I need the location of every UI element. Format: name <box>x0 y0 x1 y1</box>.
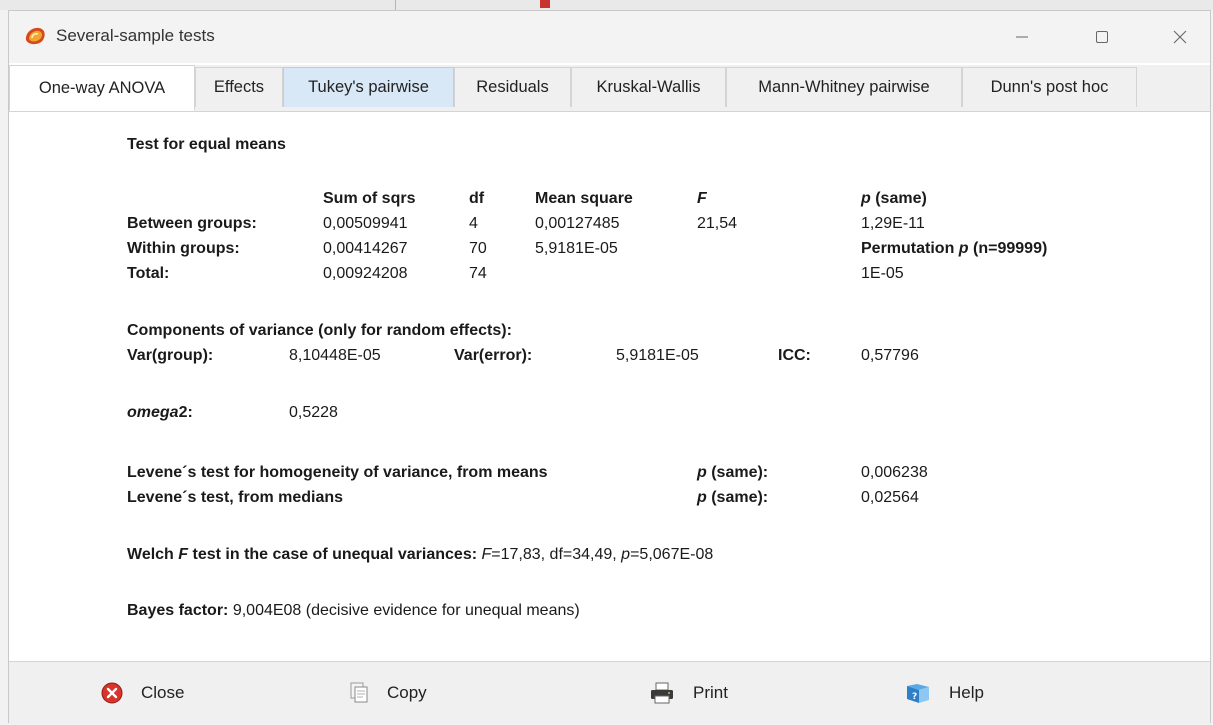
welch-p-value: =5,067E-08 <box>630 546 714 563</box>
window-title: Several-sample tests <box>56 26 215 45</box>
svg-text:?: ? <box>912 692 917 702</box>
welch-f-stats: =17,83, df=34,49, <box>491 546 622 563</box>
header-f: F <box>697 190 707 207</box>
tab-mann-whitney-pairwise[interactable]: Mann-Whitney pairwise <box>726 67 962 107</box>
omega-squared-value: 0,5228 <box>289 404 338 421</box>
minimize-button[interactable] <box>999 21 1045 53</box>
var-error-label: Var(error): <box>454 347 533 364</box>
total-df: 74 <box>469 265 487 282</box>
between-p: 1,29E-11 <box>861 215 925 232</box>
permutation-suffix: (n=99999) <box>968 240 1048 257</box>
between-df: 4 <box>469 215 478 232</box>
welch-p-symbol: p <box>621 546 631 563</box>
tab-effects[interactable]: Effects <box>195 67 283 107</box>
background-window-strip <box>0 0 1213 10</box>
levene-medians-p-suffix: (same): <box>706 489 769 506</box>
levene-means-label: Levene´s test for homogeneity of varianc… <box>127 464 548 481</box>
row-label-total: Total: <box>127 265 170 282</box>
maximize-icon <box>1096 31 1108 43</box>
close-circle-icon <box>101 682 123 704</box>
between-ms: 0,00127485 <box>535 215 620 232</box>
section-heading-equal-means: Test for equal means <box>127 136 286 153</box>
printer-icon <box>651 682 673 704</box>
several-sample-tests-window: Several-sample tests One-way ANOVA Effec… <box>8 10 1211 724</box>
tab-dunns-post-hoc[interactable]: Dunn's post hoc <box>962 67 1137 107</box>
tab-residuals[interactable]: Residuals <box>454 67 571 107</box>
close-button[interactable]: Close <box>101 676 184 710</box>
copy-button-label: Copy <box>387 683 427 702</box>
print-button-label: Print <box>693 683 728 702</box>
header-sum-of-squares: Sum of sqrs <box>323 190 416 207</box>
levene-means-p-label: p (same): <box>697 464 768 482</box>
help-button-label: Help <box>949 683 984 702</box>
within-ss: 0,00414267 <box>323 240 408 257</box>
levene-means-p-suffix: (same): <box>706 464 769 481</box>
total-ss: 0,00924208 <box>323 265 408 282</box>
within-ms: 5,9181E-05 <box>535 240 618 257</box>
icc-label: ICC: <box>778 347 811 364</box>
welch-label-post: test in the case of unequal variances: <box>188 546 478 563</box>
omega-squared-label: omega2: <box>127 404 193 422</box>
background-app-icon <box>540 0 550 8</box>
footer-button-bar: Close Copy Print ? Help <box>9 661 1210 724</box>
background-divider <box>395 0 396 10</box>
tab-kruskal-wallis[interactable]: Kruskal-Wallis <box>571 67 726 107</box>
anova-results-panel: Test for equal means Sum of sqrs df Mean… <box>9 112 1210 660</box>
copy-button[interactable]: Copy <box>349 676 427 710</box>
header-p-symbol: p <box>861 190 871 207</box>
welch-f-symbol: F <box>481 546 492 563</box>
welch-label: Welch F test in the case of unequal vari… <box>127 546 477 563</box>
tab-strip: One-way ANOVA Effects Tukey's pairwise R… <box>9 65 1210 112</box>
levene-means-value: 0,006238 <box>861 464 928 481</box>
row-label-between-groups: Between groups: <box>127 215 257 232</box>
tab-one-way-anova[interactable]: One-way ANOVA <box>9 65 195 111</box>
maximize-button[interactable] <box>1079 21 1125 53</box>
bayes-factor-line: Bayes factor: 9,004E08 (decisive evidenc… <box>127 602 580 620</box>
omega-symbol: omega <box>127 404 179 421</box>
help-button[interactable]: ? Help <box>905 676 984 710</box>
omega-colon: : <box>187 404 193 421</box>
copy-icon <box>350 682 368 703</box>
close-icon <box>1173 30 1187 44</box>
var-group-value: 8,10448E-05 <box>289 347 381 364</box>
levene-means-p-symbol: p <box>697 464 707 481</box>
permutation-p-symbol: p <box>958 240 969 257</box>
row-label-within-groups: Within groups: <box>127 240 240 257</box>
levene-medians-value: 0,02564 <box>861 489 919 506</box>
section-heading-components-of-variance: Components of variance (only for random … <box>127 322 512 339</box>
levene-medians-p-symbol: p <box>697 489 707 506</box>
header-df: df <box>469 190 485 207</box>
icc-value: 0,57796 <box>861 347 919 364</box>
var-error-value: 5,9181E-05 <box>616 347 699 364</box>
header-mean-square: Mean square <box>535 190 633 207</box>
levene-medians-p-label: p (same): <box>697 489 768 507</box>
between-ss: 0,00509941 <box>323 215 408 232</box>
var-group-label: Var(group): <box>127 347 214 364</box>
bayes-factor-value: 9,004E08 (decisive evidence for unequal … <box>228 602 580 619</box>
minimize-icon <box>1016 36 1028 38</box>
permutation-p-value: 1E-05 <box>861 265 904 282</box>
between-f: 21,54 <box>697 215 738 232</box>
close-button-label: Close <box>141 683 185 702</box>
close-window-button[interactable] <box>1157 21 1203 53</box>
permutation-prefix: Permutation <box>861 240 959 257</box>
help-book-icon: ? <box>907 684 929 703</box>
tab-tukeys-pairwise[interactable]: Tukey's pairwise <box>283 67 454 107</box>
header-p-suffix: (same) <box>870 190 927 207</box>
bayes-factor-label: Bayes factor: <box>127 602 229 619</box>
permutation-p-label: Permutation p (n=99999) <box>861 240 1047 258</box>
header-p-same: p (same) <box>861 190 927 208</box>
welch-label-pre: Welch <box>127 546 179 563</box>
within-df: 70 <box>469 240 487 257</box>
title-bar[interactable]: Several-sample tests <box>9 11 1210 63</box>
welch-label-f: F <box>178 546 189 563</box>
print-button[interactable]: Print <box>649 676 728 710</box>
app-logo-icon <box>25 27 45 45</box>
levene-medians-label: Levene´s test, from medians <box>127 489 344 506</box>
welch-test-line: Welch F test in the case of unequal vari… <box>127 546 713 564</box>
